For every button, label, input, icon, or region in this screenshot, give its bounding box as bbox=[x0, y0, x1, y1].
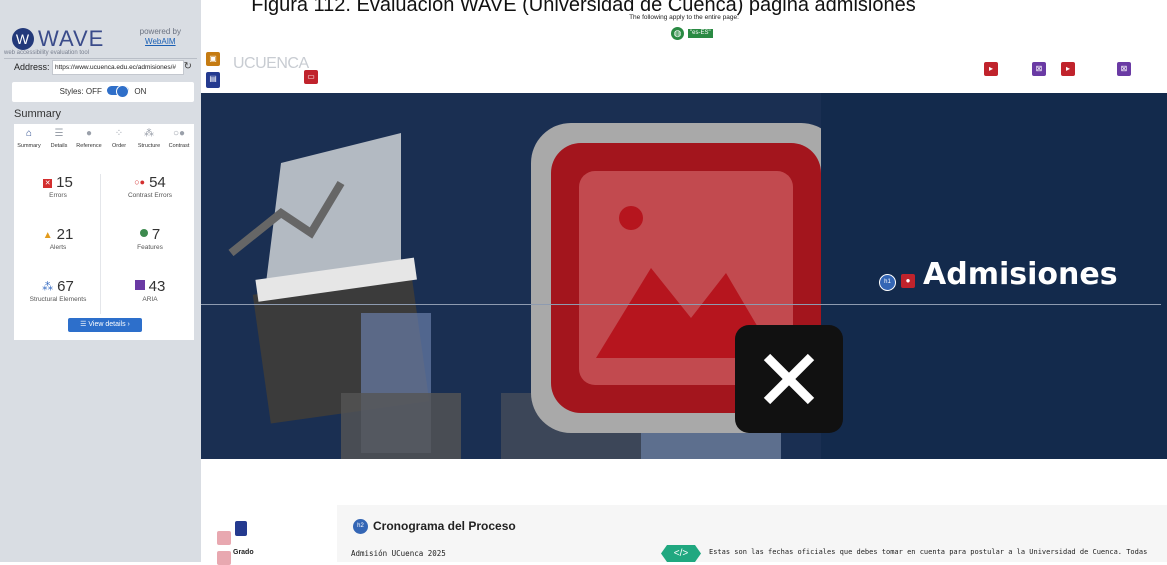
list-marker-icon[interactable] bbox=[235, 521, 247, 536]
stat-features[interactable]: 7 Features bbox=[110, 226, 190, 251]
tab-order[interactable]: ⁘ Order bbox=[104, 128, 134, 149]
list-icon: ☰ bbox=[54, 128, 64, 139]
address-bar: Address: https://www.ucuenca.edu.ec/admi… bbox=[4, 58, 197, 76]
alert-marker-icon[interactable]: ▣ bbox=[206, 52, 220, 66]
language-badge[interactable]: "es-ES" bbox=[688, 29, 713, 38]
stat-aria[interactable]: 43 ARIA bbox=[110, 278, 190, 303]
alert-icon: ▲ bbox=[42, 230, 53, 241]
stat-errors[interactable]: ✕ 15 Errors bbox=[18, 174, 98, 199]
wave-tagline: web accessibility evaluation tool bbox=[4, 50, 90, 56]
hero-divider-line bbox=[201, 304, 1161, 305]
summary-title: Summary bbox=[14, 108, 62, 120]
page-title: Admisiones bbox=[923, 257, 1118, 292]
view-details-button[interactable]: ☰ View details › bbox=[68, 318, 142, 332]
wave-tabs: ⌂ Summary ☰ Details ● Reference ⁘ Order ⁂ Str… bbox=[14, 124, 194, 154]
order-icon: ⁘ bbox=[114, 128, 124, 139]
tab-structure[interactable]: ⁂ Structure bbox=[134, 128, 164, 149]
admision-label: Admisión UCuenca 2025 bbox=[351, 549, 446, 558]
aria-icon bbox=[134, 280, 145, 290]
contrast-error-icon: ○● bbox=[134, 177, 146, 187]
tab-reference[interactable]: ● Reference bbox=[74, 128, 104, 149]
wave-header: W WAVE web accessibility evaluation tool … bbox=[0, 22, 201, 58]
structure-elements-icon: ⁂ bbox=[42, 281, 54, 293]
tab-contrast[interactable]: ○● Contrast bbox=[164, 128, 194, 149]
stat-structural[interactable]: ⁂ 67 Structural Elements bbox=[18, 278, 98, 303]
stat-alerts[interactable]: ▲ 21 Alerts bbox=[18, 226, 98, 251]
h2-marker-icon[interactable]: h2 bbox=[353, 519, 368, 534]
wave-w-icon: W bbox=[12, 28, 34, 50]
feature-icon bbox=[139, 229, 148, 237]
stat-contrast-errors[interactable]: ○● 54 Contrast Errors bbox=[110, 174, 190, 199]
hero-banner: h1 ● Admisiones bbox=[201, 93, 1167, 459]
hero-collage-image bbox=[201, 93, 821, 459]
structure-icon: ⁂ bbox=[144, 128, 154, 139]
page-content: Grado h2 Cronograma del Proceso Admisión… bbox=[201, 459, 1167, 565]
error-marker-icon[interactable]: ▭ bbox=[304, 70, 318, 84]
list-marker-icon[interactable]: ▤ bbox=[206, 72, 220, 88]
contrast-marker-icon[interactable] bbox=[217, 551, 231, 565]
styles-toggle-row: Styles: OFF ON bbox=[12, 82, 194, 102]
contrast-icon: ○● bbox=[172, 128, 186, 139]
site-header: ▣ ▤ UCUENCA ▭ ▸ ⊠ ▸ ⊠ bbox=[201, 48, 1167, 93]
section-heading: Cronograma del Proceso bbox=[373, 519, 516, 533]
site-logo[interactable]: UCUENCA bbox=[233, 55, 309, 73]
panel-divider bbox=[100, 174, 101, 314]
webaim-link[interactable]: WebAIM bbox=[145, 37, 176, 46]
tab-details[interactable]: ☰ Details bbox=[44, 128, 74, 149]
tab-summary[interactable]: ⌂ Summary bbox=[14, 128, 44, 149]
home-icon: ⌂ bbox=[25, 128, 33, 139]
styles-toggle[interactable] bbox=[107, 85, 130, 98]
error-marker-icon[interactable]: ▸ bbox=[984, 62, 998, 76]
error-marker-icon[interactable]: ▸ bbox=[1061, 62, 1075, 76]
wave-logo[interactable]: W WAVE bbox=[12, 26, 104, 52]
code-marker-icon[interactable]: </> bbox=[661, 545, 701, 562]
powered-by: powered by WebAIM bbox=[139, 27, 181, 46]
error-marker-icon[interactable]: ● bbox=[901, 274, 915, 288]
reload-icon[interactable]: ↻ bbox=[184, 61, 192, 72]
aria-marker-icon[interactable]: ⊠ bbox=[1117, 62, 1131, 76]
address-label: Address: bbox=[14, 62, 50, 72]
intro-paragraph: Estas son las fechas oficiales que debes… bbox=[709, 548, 1149, 556]
info-icon: ● bbox=[85, 128, 93, 139]
h1-marker-icon[interactable]: h1 bbox=[879, 274, 896, 291]
grado-label[interactable]: Grado bbox=[233, 549, 254, 556]
address-input[interactable]: https://www.ucuenca.edu.ec/admisiones/# bbox=[52, 60, 184, 75]
broken-image-icon[interactable] bbox=[735, 325, 843, 433]
summary-panel: ✕ 15 Errors ○● 54 Contrast Errors ▲ 21 Aler… bbox=[14, 154, 194, 340]
language-globe-icon[interactable]: ◍ bbox=[671, 27, 684, 40]
contrast-marker-icon[interactable] bbox=[217, 531, 231, 545]
error-icon: ✕ bbox=[43, 179, 53, 188]
aria-marker-icon[interactable]: ⊠ bbox=[1032, 62, 1046, 76]
wave-sidebar: W WAVE web accessibility evaluation tool … bbox=[0, 0, 201, 562]
